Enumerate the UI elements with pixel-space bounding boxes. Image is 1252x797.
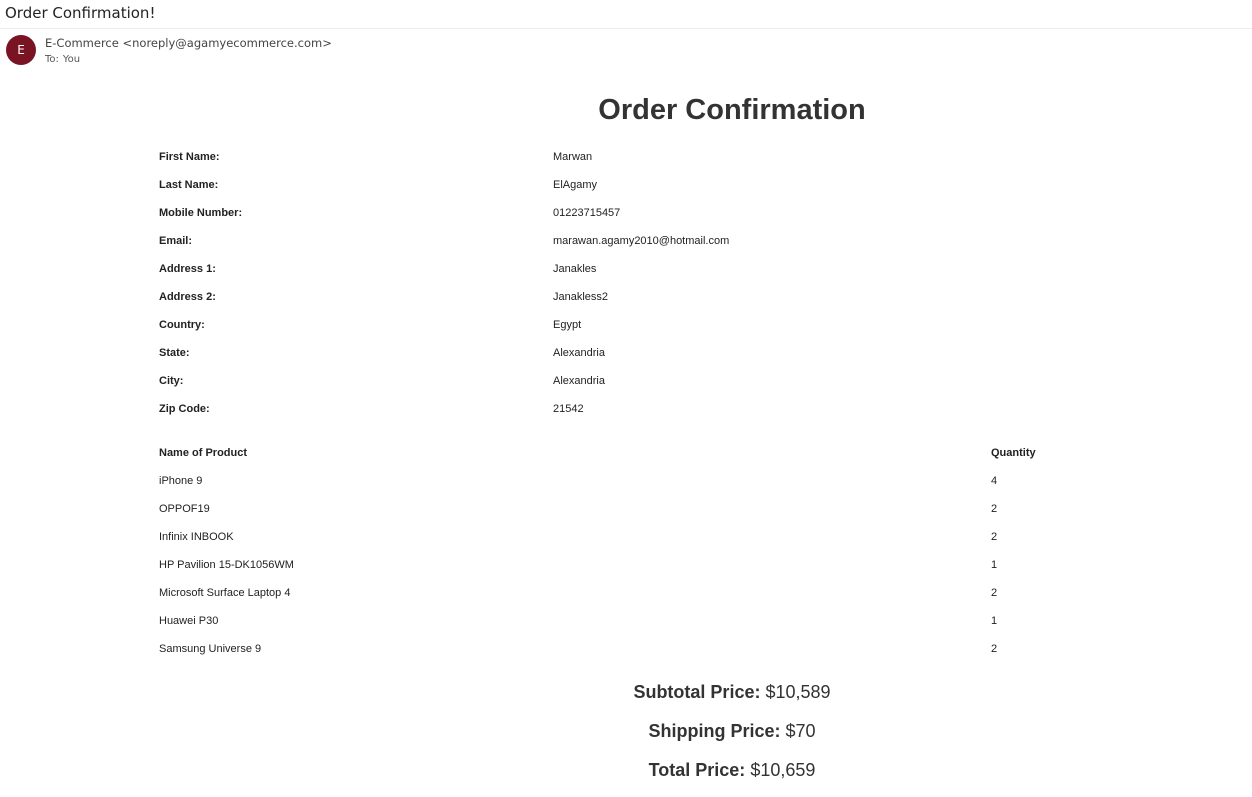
shipping-line: Shipping Price: $70	[0, 719, 1252, 758]
column-header-quantity: Quantity	[991, 447, 1036, 459]
table-row: OPPOF19 2	[159, 496, 1059, 524]
info-label: Address 2:	[159, 291, 216, 303]
info-label: Country:	[159, 319, 205, 331]
product-name: iPhone 9	[159, 475, 203, 487]
info-value: Janakles	[553, 263, 597, 275]
product-quantity: 2	[991, 643, 998, 655]
table-row: Huawei P30 1	[159, 608, 1059, 636]
product-quantity: 4	[991, 475, 998, 487]
info-label: Address 1:	[159, 263, 216, 275]
product-name: Huawei P30	[159, 615, 219, 627]
info-label: Mobile Number:	[159, 207, 243, 219]
sender-header: E E-Commerce <noreply@agamyecommerce.com…	[0, 30, 1252, 70]
info-label: State:	[159, 347, 190, 359]
column-header-product: Name of Product	[159, 447, 248, 459]
product-quantity: 2	[991, 503, 998, 515]
total-line: Total Price: $10,659	[0, 758, 1252, 797]
table-row: Samsung Universe 9 2	[159, 636, 1059, 664]
info-value: 01223715457	[553, 207, 621, 219]
recipient-line: To: You	[45, 54, 80, 65]
info-value: Marwan	[553, 151, 593, 163]
product-name: Infinix INBOOK	[159, 531, 234, 543]
product-quantity: 2	[991, 531, 998, 543]
info-value: ElAgamy	[553, 179, 598, 191]
product-quantity: 1	[991, 615, 998, 627]
table-row: iPhone 9 4	[159, 468, 1059, 496]
products-table: Name of Product Quantity iPhone 9 4 OPPO…	[159, 440, 1059, 664]
product-name: OPPOF19	[159, 503, 210, 515]
table-row: Infinix INBOOK 2	[159, 524, 1059, 552]
subtotal-value: $10,589	[765, 682, 831, 702]
order-heading: Order Confirmation	[598, 94, 866, 126]
info-value: Egypt	[553, 319, 582, 331]
subtotal-line: Subtotal Price: $10,589	[0, 680, 1252, 719]
shipping-value: $70	[785, 721, 816, 741]
info-label: City:	[159, 375, 184, 387]
recipient-name[interactable]: You	[63, 54, 80, 65]
total-value: $10,659	[750, 760, 816, 780]
products-header-row: Name of Product Quantity	[159, 440, 1059, 468]
email-subject: Order Confirmation!	[5, 4, 156, 22]
sender-avatar[interactable]: E	[6, 35, 36, 65]
sender-address[interactable]: E-Commerce <noreply@agamyecommerce.com>	[45, 36, 332, 50]
info-value: Janakless2	[553, 291, 609, 303]
product-name: Samsung Universe 9	[159, 643, 262, 655]
product-name: Microsoft Surface Laptop 4	[159, 587, 291, 599]
subtotal-label: Subtotal Price:	[633, 682, 761, 702]
info-label: Last Name:	[159, 179, 219, 191]
product-quantity: 1	[991, 559, 998, 571]
info-label: Email:	[159, 235, 193, 247]
email-subject-bar: Order Confirmation!	[0, 0, 1252, 29]
info-value: marawan.agamy2010@hotmail.com	[553, 235, 730, 247]
price-totals: Subtotal Price: $10,589 Shipping Price: …	[0, 680, 1252, 797]
table-row: HP Pavilion 15-DK1056WM 1	[159, 552, 1059, 580]
product-name: HP Pavilion 15-DK1056WM	[159, 559, 294, 571]
info-value: Alexandria	[553, 347, 605, 359]
total-label: Total Price:	[648, 760, 746, 780]
info-value: Alexandria	[553, 375, 605, 387]
to-label: To:	[45, 54, 59, 65]
table-row: Microsoft Surface Laptop 4 2	[159, 580, 1059, 608]
shipping-label: Shipping Price:	[648, 721, 781, 741]
info-label: Zip Code:	[159, 403, 210, 415]
info-label: First Name:	[159, 151, 220, 163]
product-quantity: 2	[991, 587, 998, 599]
info-value: 21542	[553, 403, 584, 415]
